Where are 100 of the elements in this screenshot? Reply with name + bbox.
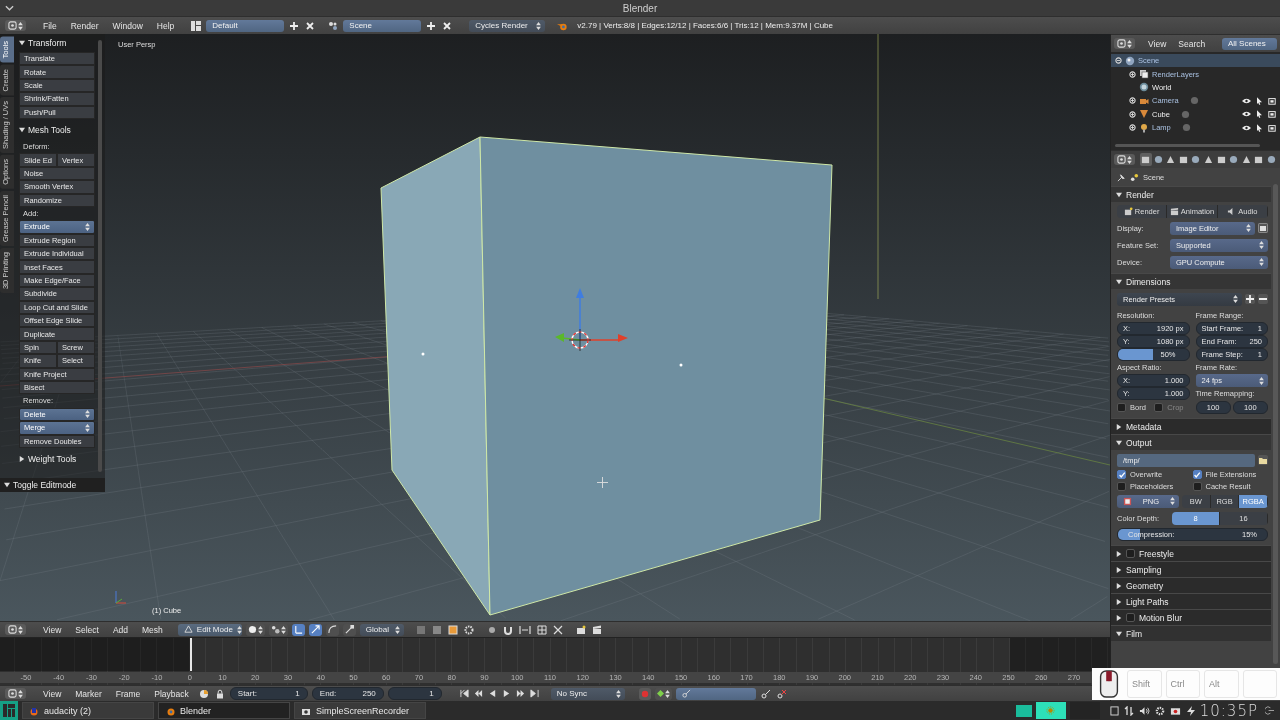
eye-icon[interactable]	[1242, 124, 1251, 131]
eye-icon[interactable]	[1242, 97, 1251, 104]
rotate-toggle[interactable]	[325, 623, 339, 636]
menu-item[interactable]: Search	[1173, 38, 1211, 49]
current-frame-field[interactable]: 1	[387, 687, 442, 700]
panel-header[interactable]: Weight Tools	[19, 452, 95, 466]
menu-item[interactable]: Help	[151, 20, 180, 31]
menu-item[interactable]: Marker	[70, 688, 107, 699]
checkbox[interactable]	[1192, 482, 1202, 491]
panel-header[interactable]: Sampling	[1111, 561, 1271, 577]
pivot-dropdown[interactable]	[268, 623, 288, 636]
key-remove-icon[interactable]	[776, 688, 787, 699]
checkbox[interactable]	[1117, 482, 1126, 491]
panel-header[interactable]: Freestyle	[1111, 545, 1271, 561]
gear-icon[interactable]	[1154, 705, 1165, 716]
grid-icon[interactable]	[536, 624, 547, 635]
menu-item[interactable]: Render	[65, 20, 104, 31]
menu-item[interactable]: View	[38, 688, 67, 699]
panel-header[interactable]: Light Paths	[1111, 593, 1271, 609]
workspace-switcher[interactable]	[1069, 702, 1100, 719]
expand-icon[interactable]	[1129, 97, 1136, 105]
screen-layout-field[interactable]: Default	[206, 19, 285, 32]
plus-icon[interactable]	[426, 20, 437, 31]
manipulator-toggle[interactable]	[291, 623, 305, 636]
menu-logo-icon[interactable]	[0, 701, 18, 720]
search-filter-dropdown[interactable]: All Scenes	[1222, 37, 1277, 50]
expand-icon[interactable]	[1129, 124, 1136, 132]
panel-header[interactable]: Toggle Editmode	[0, 478, 105, 492]
folder-icon[interactable]	[1258, 455, 1268, 465]
menu-item[interactable]: Select	[70, 624, 104, 635]
vertex-dot[interactable]	[679, 363, 683, 367]
menu-item[interactable]: View	[38, 624, 67, 635]
panel-header[interactable]: Transform	[19, 36, 95, 49]
jump-end-icon[interactable]	[529, 689, 539, 698]
panel-header[interactable]: Mesh Tools	[19, 123, 95, 137]
menu-item[interactable]: Mesh	[137, 624, 168, 635]
checkbox[interactable]	[1126, 549, 1135, 558]
checkbox[interactable]	[1117, 402, 1126, 412]
taskbar-button[interactable]: audacity (2)	[22, 702, 154, 719]
vertex-dot[interactable]	[421, 352, 425, 356]
panel-header[interactable]: Render	[1111, 186, 1271, 202]
panel-header[interactable]: Motion Blur	[1111, 609, 1271, 625]
jump-start-icon[interactable]	[459, 689, 469, 698]
magnet-icon[interactable]	[502, 624, 513, 635]
chevron-icon[interactable]	[5, 5, 14, 11]
volume-icon[interactable]	[1138, 705, 1150, 716]
plus-icon[interactable]	[1245, 294, 1255, 304]
render-engine-dropdown[interactable]: Cycles Render	[469, 19, 546, 32]
clapperboard-icon[interactable]	[591, 624, 602, 635]
menu-item[interactable]: Playback	[149, 688, 194, 699]
arrows-icon[interactable]	[552, 624, 563, 635]
menu-item[interactable]: Add	[107, 624, 134, 635]
lightning-icon[interactable]	[1185, 705, 1196, 716]
cube-drawing[interactable]	[380, 136, 833, 616]
editor-type-button[interactable]	[5, 624, 26, 635]
workspace-switcher[interactable]	[1035, 702, 1066, 719]
workspace-switcher[interactable]	[1015, 704, 1032, 717]
clipboard-icon[interactable]	[1109, 705, 1119, 716]
taskbar-button[interactable]: SimpleScreenRecorder	[294, 702, 426, 719]
render-icon[interactable]	[575, 624, 586, 635]
panel-header[interactable]: Output	[1111, 434, 1271, 450]
menu-item[interactable]: Window	[107, 20, 148, 31]
network-arrows-icon[interactable]	[1123, 705, 1134, 716]
orientation-dropdown[interactable]: Global	[359, 623, 404, 636]
editor-type-button[interactable]	[5, 688, 26, 699]
start-frame-field[interactable]: Start: 1	[229, 687, 308, 700]
editor-type-button[interactable]	[1114, 154, 1135, 165]
image-icon[interactable]	[1258, 223, 1268, 233]
play-icon[interactable]	[501, 689, 511, 698]
gear-icon[interactable]	[463, 624, 474, 635]
editor-type-button[interactable]	[1114, 38, 1135, 49]
close-icon[interactable]	[305, 20, 316, 31]
scrollbar[interactable]	[1115, 144, 1260, 147]
checkbox[interactable]	[1117, 470, 1126, 479]
key-icon[interactable]	[760, 688, 771, 699]
close-icon[interactable]	[442, 20, 453, 31]
layout-icon[interactable]	[191, 20, 202, 31]
shading-dropdown[interactable]	[245, 623, 265, 636]
pin-icon[interactable]	[1117, 172, 1126, 182]
scene-field[interactable]: Scene	[343, 19, 422, 32]
next-keyframe-icon[interactable]	[515, 689, 525, 698]
lock-icon[interactable]	[214, 688, 225, 699]
keying-set-field[interactable]	[675, 687, 756, 700]
checkbox[interactable]	[1192, 470, 1202, 479]
previous-keyframe-icon[interactable]	[473, 689, 483, 698]
translate-toggle[interactable]	[308, 623, 322, 636]
expand-icon[interactable]	[1129, 110, 1136, 118]
minus-icon[interactable]	[1258, 294, 1268, 304]
panel-header[interactable]: Film	[1111, 625, 1271, 641]
expand-icon[interactable]	[1129, 70, 1136, 78]
mode-dropdown[interactable]: Edit Mode	[177, 623, 242, 636]
snap-icon[interactable]	[518, 624, 531, 635]
scrollbar[interactable]	[98, 40, 102, 472]
sync-dropdown[interactable]: No Sync	[550, 687, 625, 700]
collapse-icon[interactable]	[1115, 57, 1122, 65]
eye-icon[interactable]	[1242, 111, 1251, 118]
panel-header[interactable]: Dimensions	[1111, 273, 1271, 289]
menu-item[interactable]: File	[38, 20, 62, 31]
keyframe-dropdown[interactable]	[654, 687, 672, 700]
logout-icon[interactable]	[1265, 706, 1274, 715]
